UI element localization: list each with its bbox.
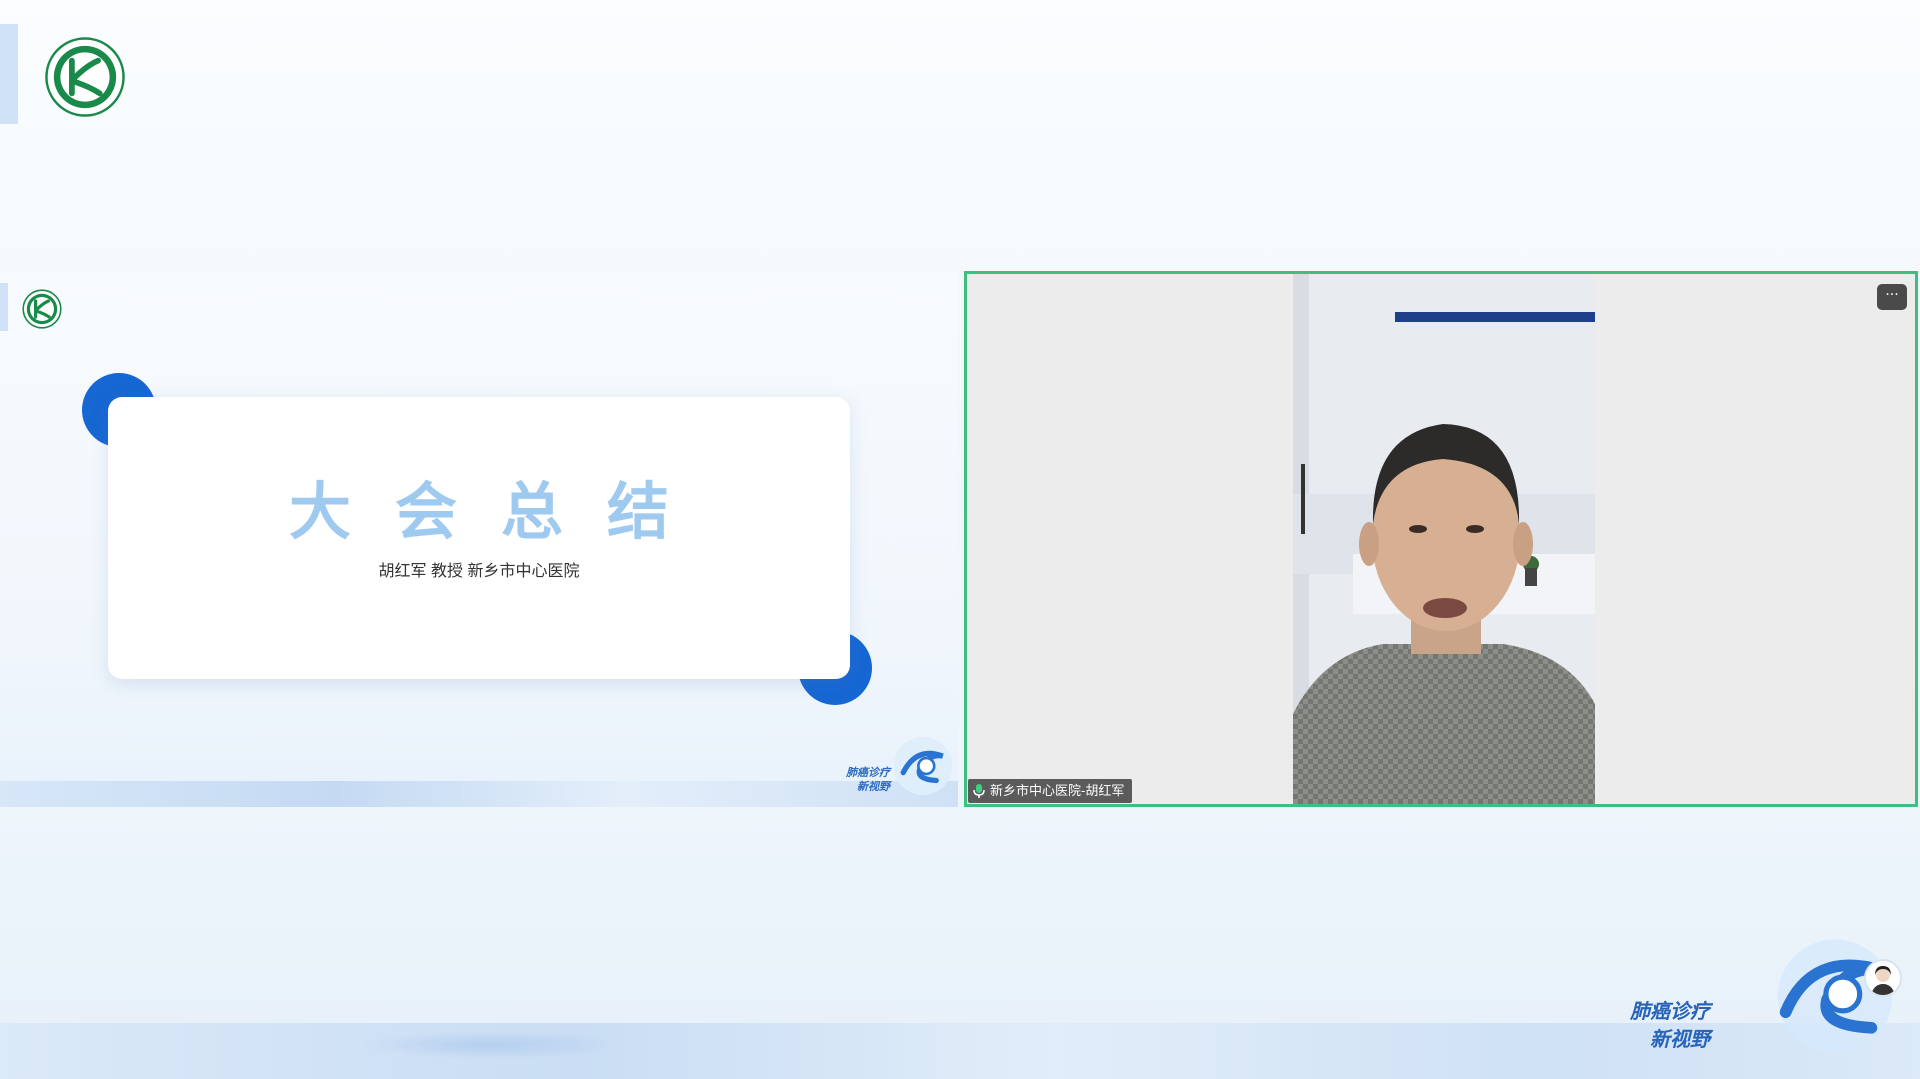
slide-logo-icon bbox=[22, 289, 62, 329]
slide-bottom-band bbox=[0, 781, 958, 807]
participant-name-tag: 新乡市中心医院-胡红军 bbox=[968, 779, 1133, 803]
slide-slogan: 肺癌诊疗 新视野 bbox=[824, 766, 890, 794]
participant-video-feed bbox=[1293, 274, 1595, 804]
page-slogan-line2: 新视野 bbox=[1650, 1027, 1710, 1051]
slide-title: 大会总结 bbox=[288, 475, 713, 548]
mic-icon bbox=[973, 784, 985, 798]
slide-swirl-emblem-icon bbox=[893, 736, 953, 796]
top-accent-bar bbox=[0, 24, 18, 124]
slide-accent-bar bbox=[0, 283, 8, 331]
user-avatar-icon[interactable] bbox=[1864, 959, 1902, 997]
shared-slide-panel: 大会总结 胡红军 教授 新乡市中心医院 肺癌诊疗 新视野 bbox=[0, 271, 958, 807]
bottom-wave-decor bbox=[360, 1031, 620, 1059]
society-logo-icon bbox=[45, 37, 125, 117]
slide-slogan-line2: 新视野 bbox=[857, 780, 890, 793]
participant-name-label: 新乡市中心医院-胡红军 bbox=[990, 783, 1125, 798]
page-slogan-line1: 肺癌诊疗 bbox=[1630, 999, 1710, 1023]
title-card: 大会总结 胡红军 教授 新乡市中心医院 bbox=[108, 397, 850, 679]
page-slogan: 肺癌诊疗 新视野 bbox=[1630, 997, 1710, 1053]
more-options-button[interactable]: ··· bbox=[1877, 284, 1907, 310]
slide-slogan-line1: 肺癌诊疗 bbox=[846, 766, 890, 779]
slide-subtitle: 胡红军 教授 新乡市中心医院 bbox=[378, 563, 580, 580]
video-tile-active-speaker[interactable]: ··· 新乡市中心医院-胡红军 bbox=[964, 271, 1918, 807]
